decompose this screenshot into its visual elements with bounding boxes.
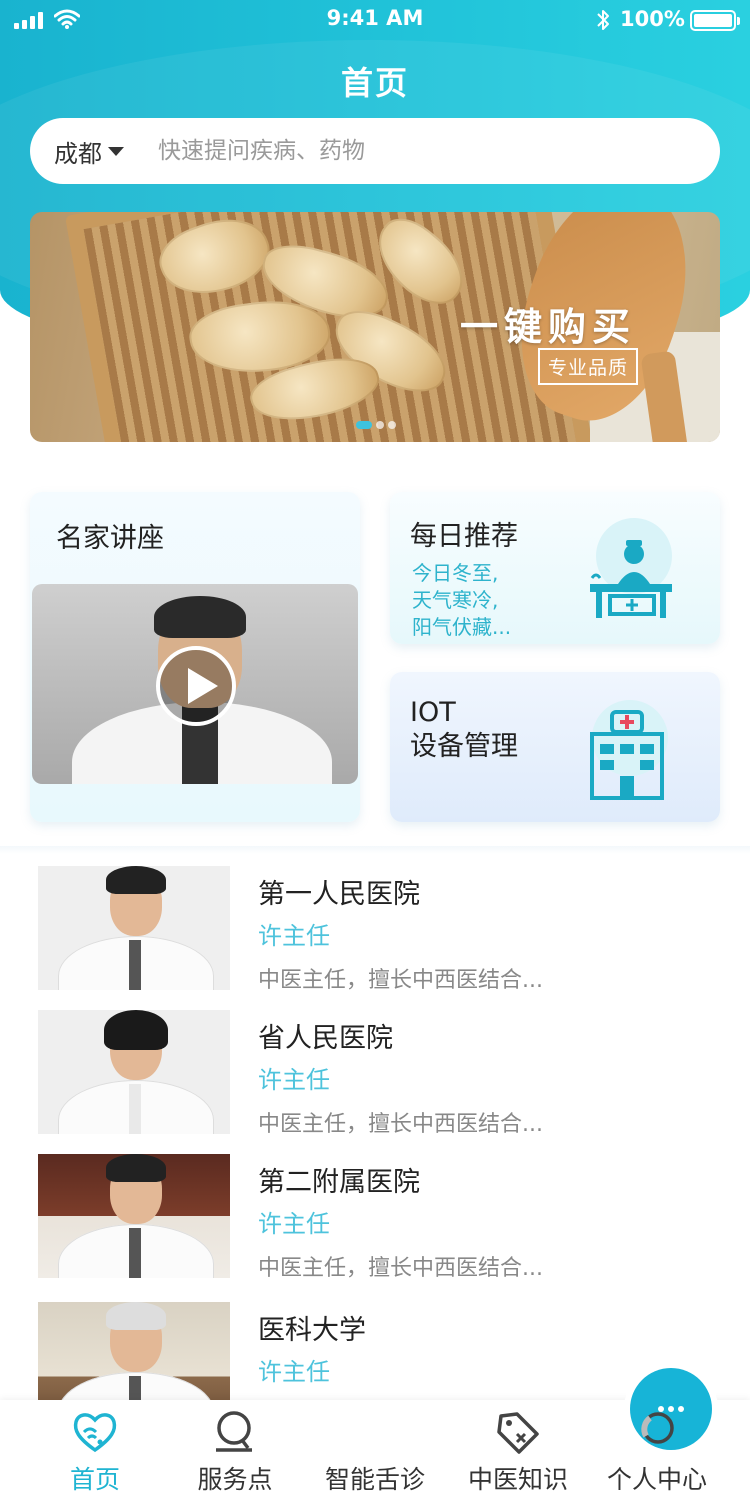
banner-title: 一键购买 (460, 305, 637, 349)
doctor-hospital: 医科大学 (258, 1315, 366, 1346)
carousel-dot[interactable] (376, 421, 384, 429)
iot-title-line2: 设备管理 (410, 731, 518, 762)
doctor-description: 中医主任，擅长中西医结合... (258, 1256, 543, 1281)
tag-icon (497, 1412, 539, 1454)
section-divider (0, 846, 750, 854)
doctor-hospital: 第二附属医院 (258, 1167, 420, 1198)
battery-icon (690, 10, 740, 31)
daily-line: 天气寒冷, (412, 588, 499, 612)
battery-percent: 100% (620, 7, 685, 31)
nurse-desk-icon (590, 518, 672, 618)
banner-badge: 专业品质 (538, 348, 639, 385)
doctor-hair-image (154, 596, 246, 638)
doctor-photo (38, 866, 230, 990)
doctor-photo (38, 1010, 230, 1134)
doctor-title: 许主任 (258, 1358, 330, 1386)
doctor-list-item[interactable]: 第二附属医院 许主任 中医主任，擅长中西医结合... (0, 1154, 750, 1284)
daily-line: 今日冬至, (412, 561, 499, 585)
doctor-photo (38, 1154, 230, 1278)
daily-title: 每日推荐 (410, 521, 518, 552)
daily-recommend-card[interactable]: 每日推荐 今日冬至, 天气寒冷, 阳气伏藏... (390, 492, 720, 644)
lecture-title: 名家讲座 (56, 523, 164, 554)
bluetooth-icon (597, 10, 609, 30)
promo-banner[interactable]: 一键购买 专业品质 (30, 212, 720, 442)
user-circle-icon (641, 1412, 674, 1444)
search-bar: 成都 (30, 118, 720, 184)
city-label: 成都 (54, 139, 102, 168)
iot-device-card[interactable]: IOT 设备管理 (390, 672, 720, 822)
search-input[interactable] (158, 138, 638, 164)
daily-line: 阳气伏藏... (412, 615, 512, 639)
tab-home[interactable]: 首页 (20, 1400, 170, 1500)
play-icon[interactable] (156, 646, 236, 726)
doctor-hospital: 第一人民医院 (258, 879, 420, 910)
doctor-photo (38, 1302, 230, 1400)
tab-label: 服务点 (197, 1465, 273, 1494)
doctor-title: 许主任 (258, 1210, 330, 1238)
tab-tongue-diagnosis[interactable]: 智能舌诊 (300, 1368, 712, 1500)
heart-icon (73, 1413, 117, 1453)
tab-personal-center[interactable]: 个人中心 (582, 1400, 732, 1500)
doctor-hospital: 省人民医院 (258, 1023, 393, 1054)
doctor-description: 中医主任，擅长中西医结合... (258, 968, 543, 993)
tab-label: 中医知识 (467, 1465, 568, 1494)
tab-label: 首页 (69, 1465, 120, 1494)
tab-tcm-knowledge[interactable]: 中医知识 (443, 1400, 593, 1500)
tab-service-point[interactable]: 服务点 (160, 1400, 310, 1500)
carousel-dots (356, 421, 396, 429)
doctor-list-item[interactable]: 省人民医院 许主任 中医主任，擅长中西医结合... (0, 1010, 750, 1140)
lecture-card[interactable]: 名家讲座 (30, 492, 360, 822)
iot-title-line1: IOT (410, 697, 456, 728)
city-selector[interactable]: 成都 (54, 134, 124, 169)
doctor-list-item[interactable]: 第一人民医院 许主任 中医主任，擅长中西医结合... (0, 866, 750, 996)
tab-label: 智能舌诊 (324, 1465, 425, 1494)
lecture-video-thumbnail[interactable] (32, 584, 358, 784)
carousel-dot[interactable] (388, 421, 396, 429)
doctor-description: 中医主任，擅长中西医结合... (258, 1112, 543, 1137)
daily-description: 今日冬至, 天气寒冷, 阳气伏藏... (412, 560, 511, 641)
bottom-tab-bar: 首页 服务点 智能舌诊 中医知识 个人中心 (0, 1368, 750, 1500)
tab-label: 个人中心 (606, 1465, 707, 1494)
iot-title: IOT 设备管理 (410, 696, 518, 764)
hospital-icon (590, 700, 668, 800)
caret-down-icon (108, 146, 124, 156)
location-icon (216, 1411, 252, 1452)
status-bar: 9:41 AM 100% (0, 0, 750, 42)
doctor-title: 许主任 (258, 1066, 330, 1094)
carousel-dot-active[interactable] (356, 421, 372, 429)
page-title: 首页 (340, 64, 409, 102)
doctor-title: 许主任 (258, 922, 330, 950)
